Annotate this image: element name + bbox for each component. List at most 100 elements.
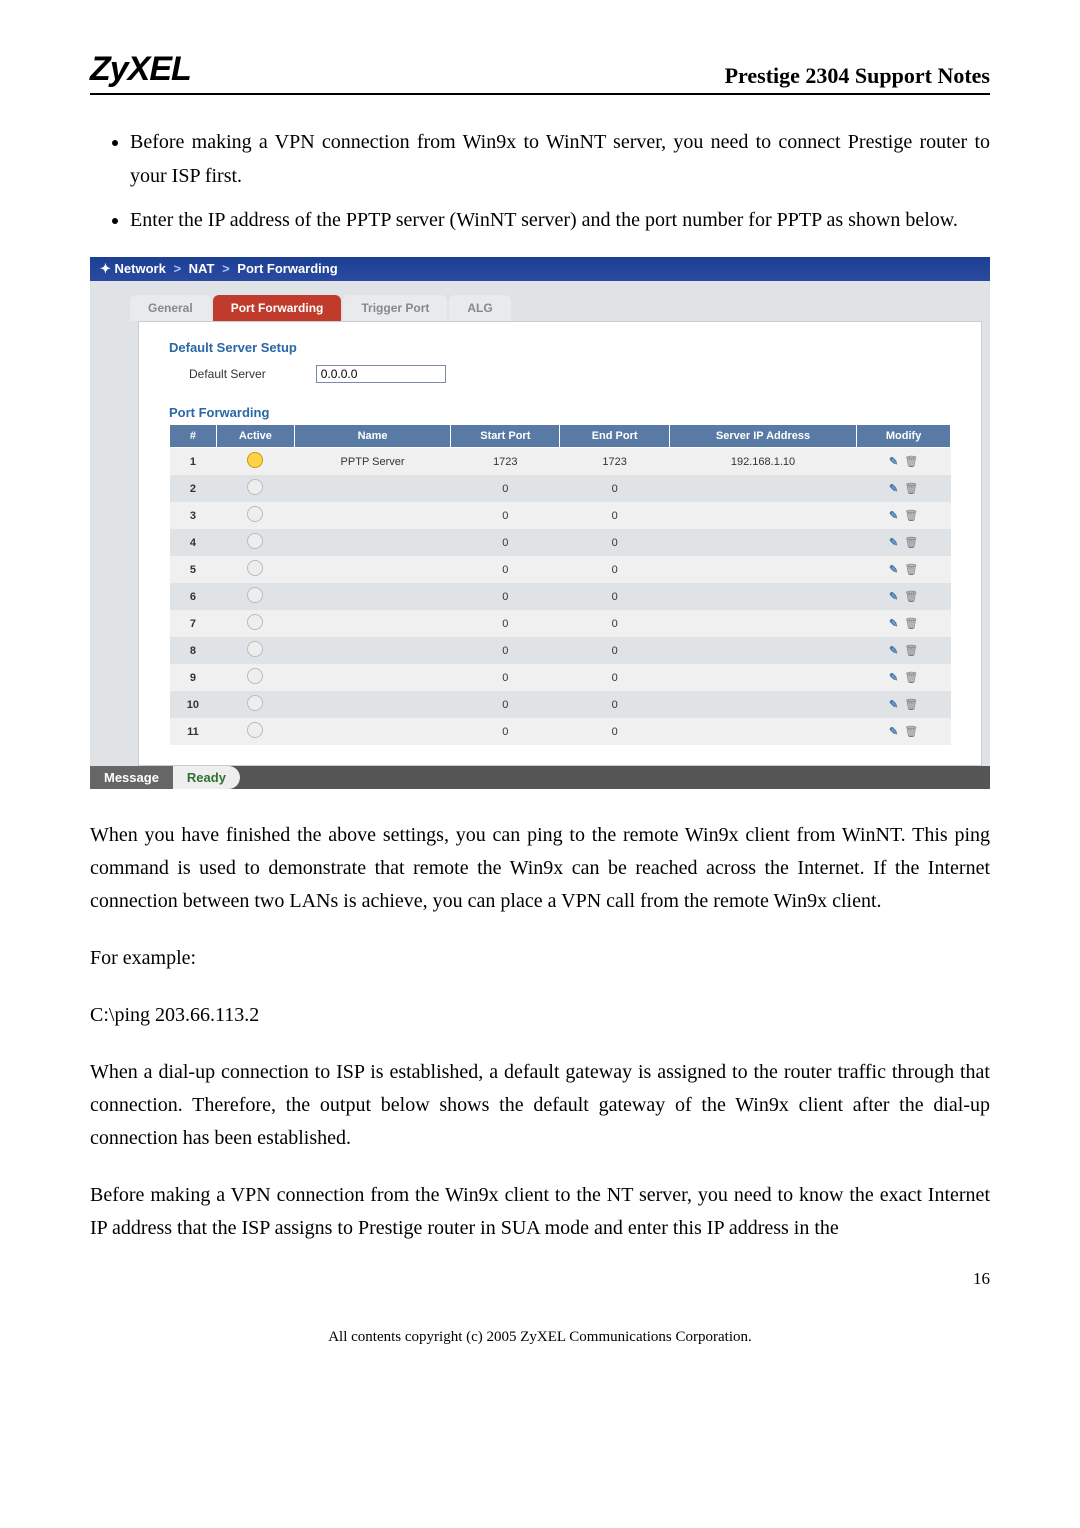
row-name [294, 610, 450, 637]
row-end-port: 0 [560, 691, 669, 718]
edit-icon[interactable]: ✎ [889, 726, 898, 738]
row-modify: ✎ 🗑 [857, 475, 951, 502]
bulb-off-icon[interactable] [247, 614, 263, 630]
row-end-port: 0 [560, 664, 669, 691]
row-ip [669, 529, 856, 556]
tab-general[interactable]: General [130, 295, 211, 321]
row-name: PPTP Server [294, 448, 450, 476]
edit-icon[interactable]: ✎ [889, 672, 898, 684]
table-row: 300✎ 🗑 [170, 502, 951, 529]
col-modify: Modify [857, 425, 951, 448]
bulb-off-icon[interactable] [247, 506, 263, 522]
row-active [216, 448, 294, 476]
edit-icon[interactable]: ✎ [889, 456, 898, 468]
row-active [216, 637, 294, 664]
delete-icon[interactable]: 🗑 [904, 726, 918, 738]
row-end-port: 0 [560, 637, 669, 664]
delete-icon[interactable]: 🗑 [904, 699, 918, 711]
row-start-port: 0 [451, 556, 560, 583]
col-server-ip: Server IP Address [669, 425, 856, 448]
delete-icon[interactable]: 🗑 [904, 645, 918, 657]
row-modify: ✎ 🗑 [857, 583, 951, 610]
bulb-off-icon[interactable] [247, 722, 263, 738]
row-ip [669, 637, 856, 664]
edit-icon[interactable]: ✎ [889, 510, 898, 522]
row-end-port: 1723 [560, 448, 669, 476]
row-name [294, 556, 450, 583]
tab-port-forwarding[interactable]: Port Forwarding [213, 295, 342, 321]
breadcrumb-sep: > [169, 261, 185, 276]
row-modify: ✎ 🗑 [857, 664, 951, 691]
default-server-input[interactable] [316, 365, 446, 383]
row-ip [669, 610, 856, 637]
delete-icon[interactable]: 🗑 [904, 510, 918, 522]
bulb-off-icon[interactable] [247, 695, 263, 711]
row-active [216, 583, 294, 610]
row-ip: 192.168.1.10 [669, 448, 856, 476]
logo: ZyXEL [90, 50, 191, 89]
table-row: 400✎ 🗑 [170, 529, 951, 556]
row-modify: ✎ 🗑 [857, 637, 951, 664]
row-ip [669, 691, 856, 718]
row-index: 2 [170, 475, 217, 502]
bulb-off-icon[interactable] [247, 533, 263, 549]
delete-icon[interactable]: 🗑 [904, 537, 918, 549]
row-start-port: 0 [451, 502, 560, 529]
delete-icon[interactable]: 🗑 [904, 591, 918, 603]
default-server-label: Default Server [189, 367, 266, 381]
port-forwarding-table: # Active Name Start Port End Port Server… [169, 424, 951, 745]
tab-alg[interactable]: ALG [449, 295, 510, 321]
bulb-off-icon[interactable] [247, 641, 263, 657]
bulb-off-icon[interactable] [247, 587, 263, 603]
bulb-off-icon[interactable] [247, 560, 263, 576]
col-num: # [170, 425, 217, 448]
delete-icon[interactable]: 🗑 [904, 672, 918, 684]
bulb-on-icon[interactable] [247, 452, 263, 468]
row-name [294, 475, 450, 502]
delete-icon[interactable]: 🗑 [904, 564, 918, 576]
edit-icon[interactable]: ✎ [889, 618, 898, 630]
row-end-port: 0 [560, 718, 669, 745]
edit-icon[interactable]: ✎ [889, 537, 898, 549]
row-active [216, 610, 294, 637]
row-start-port: 0 [451, 475, 560, 502]
row-name [294, 502, 450, 529]
row-index: 11 [170, 718, 217, 745]
row-start-port: 0 [451, 583, 560, 610]
edit-icon[interactable]: ✎ [889, 645, 898, 657]
edit-icon[interactable]: ✎ [889, 483, 898, 495]
paragraph-4: When a dial-up connection to ISP is esta… [90, 1056, 990, 1155]
edit-icon[interactable]: ✎ [889, 699, 898, 711]
bulb-off-icon[interactable] [247, 668, 263, 684]
row-end-port: 0 [560, 556, 669, 583]
edit-icon[interactable]: ✎ [889, 564, 898, 576]
bullet-1: Before making a VPN connection from Win9… [130, 125, 990, 193]
row-end-port: 0 [560, 475, 669, 502]
row-index: 10 [170, 691, 217, 718]
delete-icon[interactable]: 🗑 [904, 483, 918, 495]
table-row: 900✎ 🗑 [170, 664, 951, 691]
row-start-port: 1723 [451, 448, 560, 476]
table-row: 1100✎ 🗑 [170, 718, 951, 745]
edit-icon[interactable]: ✎ [889, 591, 898, 603]
tab-trigger-port[interactable]: Trigger Port [343, 295, 447, 321]
row-index: 9 [170, 664, 217, 691]
col-end-port: End Port [560, 425, 669, 448]
row-modify: ✎ 🗑 [857, 691, 951, 718]
table-row: 800✎ 🗑 [170, 637, 951, 664]
breadcrumb-c: Port Forwarding [237, 261, 337, 276]
row-name [294, 718, 450, 745]
delete-icon[interactable]: 🗑 [904, 618, 918, 630]
paragraph-3: C:\ping 203.66.113.2 [90, 999, 990, 1032]
row-modify: ✎ 🗑 [857, 718, 951, 745]
row-name [294, 664, 450, 691]
row-ip [669, 718, 856, 745]
paragraph-5: Before making a VPN connection from the … [90, 1179, 990, 1245]
bulb-off-icon[interactable] [247, 479, 263, 495]
col-active: Active [216, 425, 294, 448]
row-start-port: 0 [451, 610, 560, 637]
col-name: Name [294, 425, 450, 448]
row-index: 1 [170, 448, 217, 476]
row-active [216, 718, 294, 745]
delete-icon[interactable]: 🗑 [904, 456, 918, 468]
